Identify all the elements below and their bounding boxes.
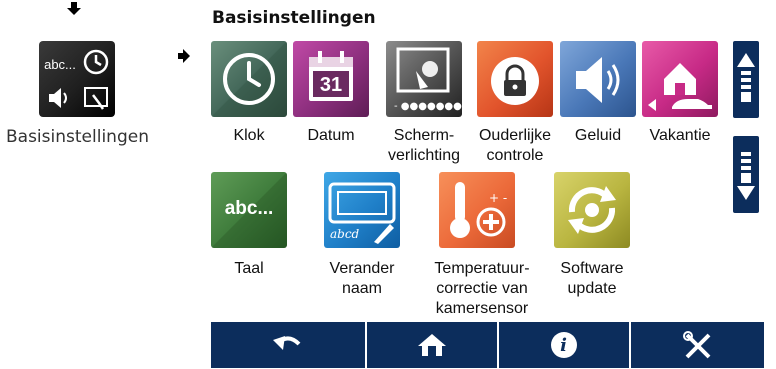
tile-software-update[interactable] <box>554 172 630 248</box>
tile-label-verander-naam: Verander naam <box>329 260 395 297</box>
home-icon <box>417 334 446 356</box>
scroll-up-icon <box>737 53 755 102</box>
bottom-navigation-bar: i <box>211 322 764 368</box>
tile-datum[interactable]: 31 <box>293 41 369 117</box>
svg-text:+ -: + - <box>489 191 507 205</box>
tile-temperatuurcorrectie[interactable]: + - <box>439 172 515 248</box>
tile-ouderlijke-controle[interactable] <box>477 41 553 117</box>
tile-label-schermverlichting: Scherm-verlichting <box>387 127 461 164</box>
tile-label-vakantie: Vakantie <box>649 127 711 144</box>
tools-button[interactable] <box>631 322 764 368</box>
tile-label-datum: Datum <box>307 127 355 144</box>
menu-caption: Basisinstellingen <box>6 127 149 147</box>
tile-label-taal: Taal <box>234 260 264 277</box>
clock-icon <box>211 41 287 117</box>
scroll-down-button[interactable] <box>733 136 759 213</box>
tile-label-temperatuurcorrectie: Temperatuur-correctie van kamersensor <box>434 260 530 317</box>
rename-sample-text: abcd <box>330 227 360 241</box>
language-icon: abc... <box>44 56 76 72</box>
tile-label-software-update: Software update <box>560 260 624 297</box>
scroll-up-button[interactable] <box>733 41 759 118</box>
tile-schermverlichting[interactable]: - ●●●●●●● + <box>386 41 462 117</box>
back-button[interactable] <box>211 322 364 368</box>
language-sample-text: abc... <box>224 198 274 219</box>
software-update-icon <box>568 186 616 234</box>
info-button[interactable]: i <box>499 322 628 368</box>
tile-taal[interactable]: abc... <box>211 172 287 248</box>
basisinstellingen-thumbnail[interactable]: abc... <box>39 41 115 117</box>
tile-verander-naam[interactable]: abcd <box>324 172 400 248</box>
down-arrow-indicator-icon <box>67 2 81 15</box>
info-glyph: i <box>560 334 567 356</box>
tools-icon <box>682 331 710 359</box>
speaker-icon <box>576 57 620 103</box>
scroll-down-icon <box>737 152 755 200</box>
back-arrow-icon <box>272 336 300 350</box>
thermometer-icon: + - <box>450 182 507 238</box>
right-arrow-indicator-icon <box>178 49 190 63</box>
screen-brightness-icon: - ●●●●●●● + <box>394 47 462 112</box>
screen-brightness-icon <box>77 79 115 117</box>
calendar-day-number: 31 <box>319 74 343 96</box>
clock-icon <box>77 43 115 81</box>
speaker-icon <box>39 79 77 117</box>
tile-geluid[interactable] <box>560 41 636 117</box>
holiday-icon <box>648 63 712 111</box>
info-icon: i <box>550 332 577 358</box>
tile-vakantie[interactable] <box>642 41 718 117</box>
tile-klok[interactable] <box>211 41 287 117</box>
home-button[interactable] <box>367 322 496 368</box>
svg-text:- ●●●●●●● +: - ●●●●●●● + <box>394 101 462 112</box>
padlock-icon <box>491 57 539 105</box>
page-title: Basisinstellingen <box>212 8 376 28</box>
